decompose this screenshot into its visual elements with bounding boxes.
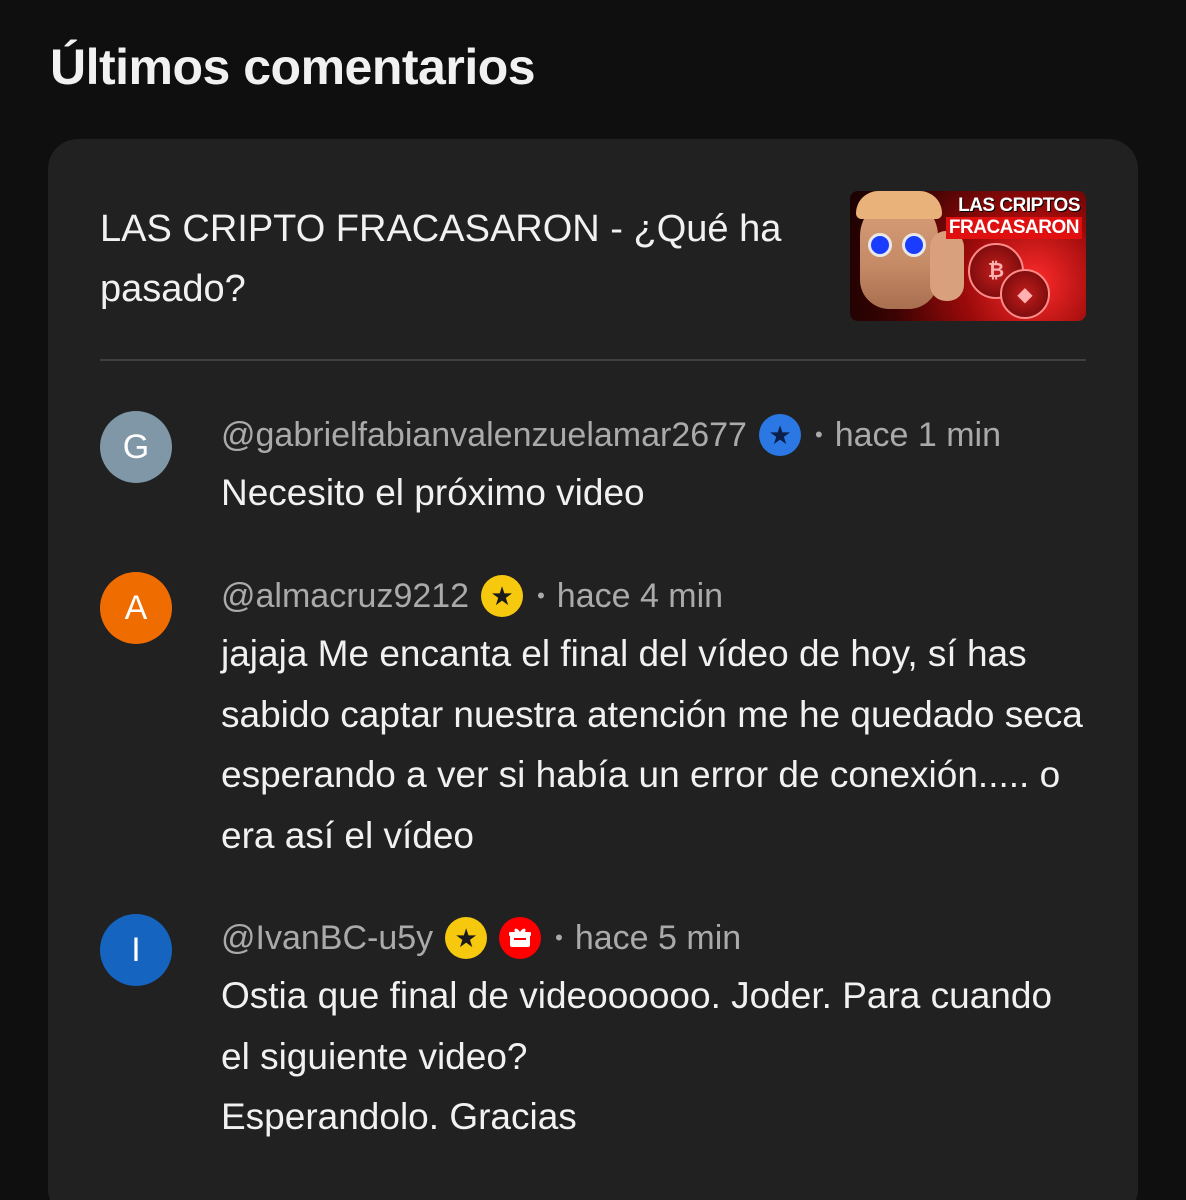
section-title: Últimos comentarios	[50, 39, 536, 95]
thumbnail-hair	[856, 191, 942, 219]
video-thumbnail[interactable]: ₿ ◆ LAS CRIPTOS FRACASARON	[850, 191, 1086, 321]
comment-time: hace 1 min	[834, 415, 1002, 454]
avatar[interactable]: A	[100, 572, 172, 644]
ethereum-coin-icon: ◆	[1000, 269, 1050, 319]
comment-author[interactable]: @gabrielfabianvalenzuelamar2677	[221, 416, 747, 455]
thumbnail-text-line2: FRACASARON	[945, 217, 1082, 239]
thumbnail-eye-right	[902, 233, 926, 257]
gift-icon	[509, 928, 532, 947]
comment-text: Necesito el próximo video	[221, 472, 645, 513]
comment-meta: @almacruz9212 ★ • hace 4 min	[221, 572, 723, 620]
comment-time: hace 4 min	[556, 576, 724, 615]
separator-dot: •	[814, 422, 823, 447]
comment-author[interactable]: @almacruz9212	[221, 577, 469, 616]
comment-text: jajaja Me encanta el final del vídeo de …	[221, 633, 1083, 856]
comment-text: Ostia que final de videoooooo. Joder. Pa…	[221, 975, 1053, 1137]
comment-meta: @gabrielfabianvalenzuelamar2677 ★ • hace…	[221, 411, 1001, 459]
star-badge-icon: ★	[481, 575, 524, 617]
avatar[interactable]: I	[100, 914, 172, 986]
thumbnail-text-line1: LAS CRIPTOS	[958, 195, 1080, 216]
thumbnail-eye-left	[868, 233, 892, 257]
thumbnail-hand	[930, 231, 964, 301]
comment-time: hace 5 min	[574, 918, 742, 957]
gift-badge-icon	[499, 917, 542, 959]
star-badge-icon: ★	[445, 917, 488, 959]
comments-card: LAS CRIPTO FRACASARON - ¿Qué ha pasado? …	[48, 139, 1138, 1200]
avatar[interactable]: G	[100, 411, 172, 483]
comment-author[interactable]: @IvanBC-u5y	[221, 919, 433, 958]
comment-meta: @IvanBC-u5y ★ • hace 5 min	[221, 914, 741, 962]
separator-dot: •	[555, 925, 563, 950]
video-header[interactable]: LAS CRIPTO FRACASARON - ¿Qué ha pasado? …	[100, 191, 1086, 361]
separator-dot: •	[537, 583, 545, 608]
video-title[interactable]: LAS CRIPTO FRACASARON - ¿Qué ha pasado?	[100, 199, 800, 319]
star-badge-icon: ★	[758, 414, 801, 456]
